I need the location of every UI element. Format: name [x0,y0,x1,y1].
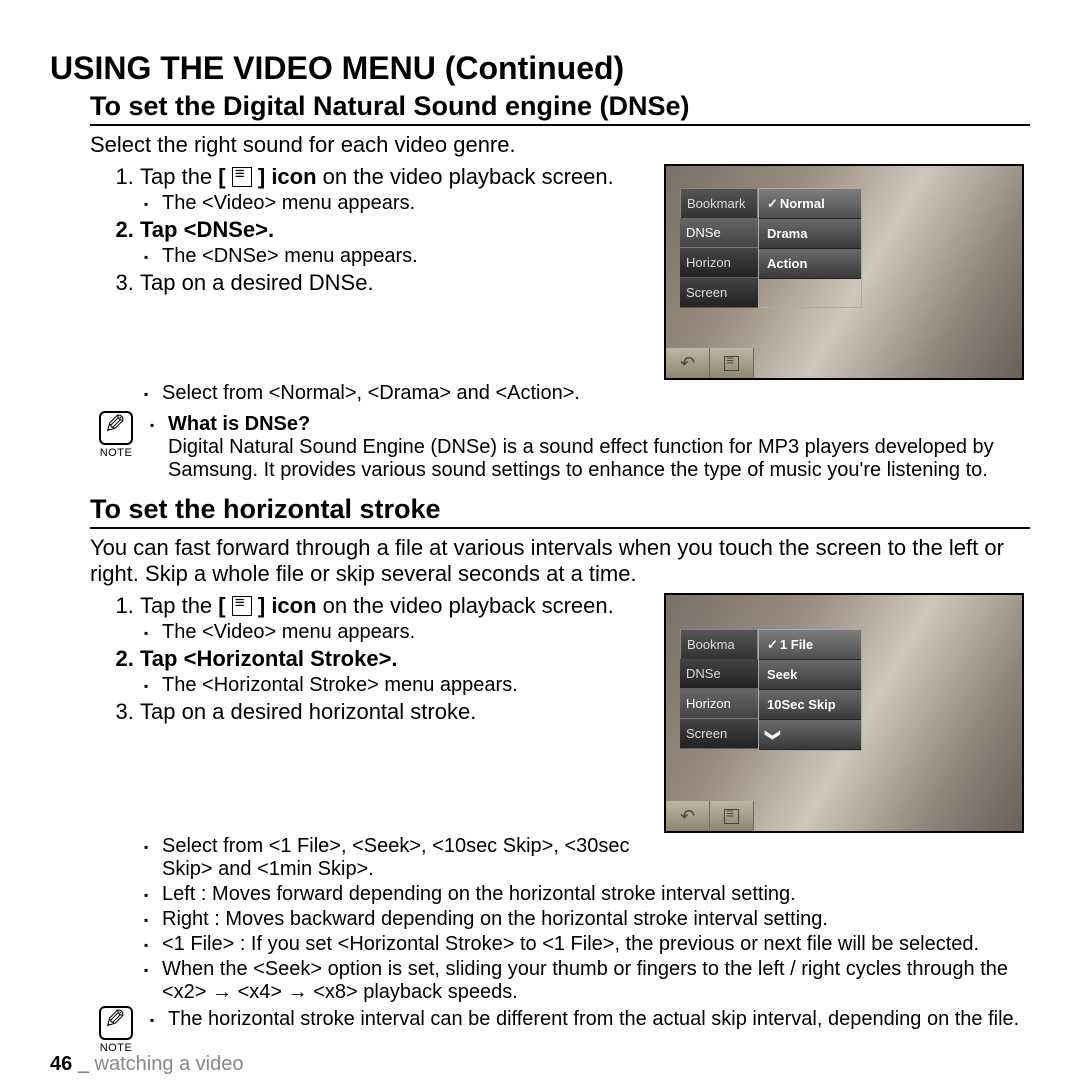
toolbar: ↶ [666,348,1022,378]
menu-item-bookmark[interactable]: Bookmark [680,188,758,218]
bracket: [ [218,593,231,618]
video-menu: Bookmark DNSe Horizon Screen [680,188,758,308]
note-body: Digital Natural Sound Engine (DNSe) is a… [168,436,994,481]
submenu-drama[interactable]: Drama [759,219,861,249]
back-button[interactable]: ↶ [666,348,710,378]
page-title: USING THE VIDEO MENU (Continued) [50,50,1030,87]
submenu-action[interactable]: Action [759,249,861,279]
s1-step1: Tap the [ ] icon on the video playback s… [140,164,648,215]
s1-step2: Tap <DNSe>. The <DNSe> menu appears. [140,217,648,268]
label: 1 File [780,637,813,652]
s2-sub2: Right : Moves backward depending on the … [140,908,1030,931]
menu-item-horizon[interactable]: Horizon [680,248,758,278]
toolbar: ↶ [666,801,1022,831]
s2-step3-sublist: Select from <1 File>, <Seek>, <10sec Ski… [90,835,1030,1004]
s2-step1: Tap the [ ] icon on the video playback s… [140,593,648,644]
back-button[interactable]: ↶ [666,801,710,831]
s2-step2: Tap <Horizontal Stroke>. The <Horizontal… [140,646,648,697]
text: Tap on a desired DNSe. [140,270,374,295]
menu-icon [724,809,739,824]
page-footer: 46 _ watching a video [50,1053,243,1076]
submenu-10sec[interactable]: 10Sec Skip [759,690,861,720]
text: on the video playback screen. [317,164,614,189]
note-label: NOTE [100,447,133,459]
menu-item-screen[interactable]: Screen [680,719,758,749]
s2-sub0: Select from <1 File>, <Seek>, <10sec Ski… [140,835,640,881]
chapter-name: watching a video [95,1053,244,1075]
section1-title: To set the Digital Natural Sound engine … [90,91,1030,126]
sep: _ [78,1053,89,1075]
dnse-screenshot: Bookmark DNSe Horizon Screen ✓Normal Dra… [664,164,1024,380]
menu-item-screen[interactable]: Screen [680,278,758,308]
bracket: ] [252,164,265,189]
menu-icon [232,596,252,616]
menu-button[interactable] [710,801,754,831]
menu-button[interactable] [710,348,754,378]
submenu-more[interactable]: ❯ [759,720,861,750]
s2-sub3: <1 File> : If you set <Horizontal Stroke… [140,933,1030,956]
note-hstroke: NOTE The horizontal stroke interval can … [94,1006,1030,1054]
s1-step2-sub: The <DNSe> menu appears. [140,245,648,268]
icon-label: icon [271,164,316,189]
note-icon [99,411,133,445]
hstroke-submenu: ✓1 File Seek 10Sec Skip ❯ [758,629,862,751]
section2-title: To set the horizontal stroke [90,494,1030,529]
hstroke-screenshot: Bookma DNSe Horizon Screen ✓1 File Seek … [664,593,1024,833]
submenu-1file[interactable]: ✓1 File [759,630,861,660]
s2-sub4: When the <Seek> option is set, sliding y… [140,958,1030,1004]
check-icon: ✓ [767,196,778,212]
note-item: What is DNSe? Digital Natural Sound Engi… [146,413,1030,482]
note-icon [99,1006,133,1040]
video-menu: Bookma DNSe Horizon Screen [680,629,758,751]
s2-sub1: Left : Moves forward depending on the ho… [140,883,1030,906]
label: Normal [780,196,825,211]
dnse-submenu: ✓Normal Drama Action [758,188,862,308]
menu-icon [724,356,739,371]
s1-step3-sub: Select from <Normal>, <Drama> and <Actio… [140,382,1030,405]
note-body: The horizontal stroke interval can be di… [146,1008,1019,1031]
icon-label: icon [271,593,316,618]
bracket: ] [252,593,265,618]
text: on the video playback screen. [317,593,614,618]
s2-step3: Tap on a desired horizontal stroke. [140,699,648,725]
s1-step1-sub: The <Video> menu appears. [140,192,648,215]
note-title: What is DNSe? [168,413,1030,436]
submenu-seek[interactable]: Seek [759,660,861,690]
page-number: 46 [50,1053,72,1075]
menu-item-bookmark[interactable]: Bookma [680,629,758,659]
section2-desc: You can fast forward through a file at v… [90,535,1030,587]
menu-item-dnse[interactable]: DNSe [680,218,758,248]
s2-step1-sub: The <Video> menu appears. [140,621,648,644]
section1-desc: Select the right sound for each video ge… [90,132,1030,158]
text: Tap on a desired horizontal stroke. [140,699,476,724]
menu-item-dnse[interactable]: DNSe [680,659,758,689]
text: Tap <DNSe>. [140,217,274,242]
check-icon: ✓ [767,637,778,653]
menu-item-horizon[interactable]: Horizon [680,689,758,719]
submenu-normal[interactable]: ✓Normal [759,189,861,219]
bracket: [ [218,164,231,189]
text: Tap <Horizontal Stroke>. [140,646,398,671]
note-dnse: NOTE What is DNSe? Digital Natural Sound… [94,411,1030,484]
chevron-down-icon: ❯ [764,728,782,741]
menu-icon [232,167,252,187]
text: Tap the [140,164,218,189]
s2-step2-sub: The <Horizontal Stroke> menu appears. [140,674,648,697]
s1-step3: Tap on a desired DNSe. [140,270,648,296]
text: Tap the [140,593,218,618]
